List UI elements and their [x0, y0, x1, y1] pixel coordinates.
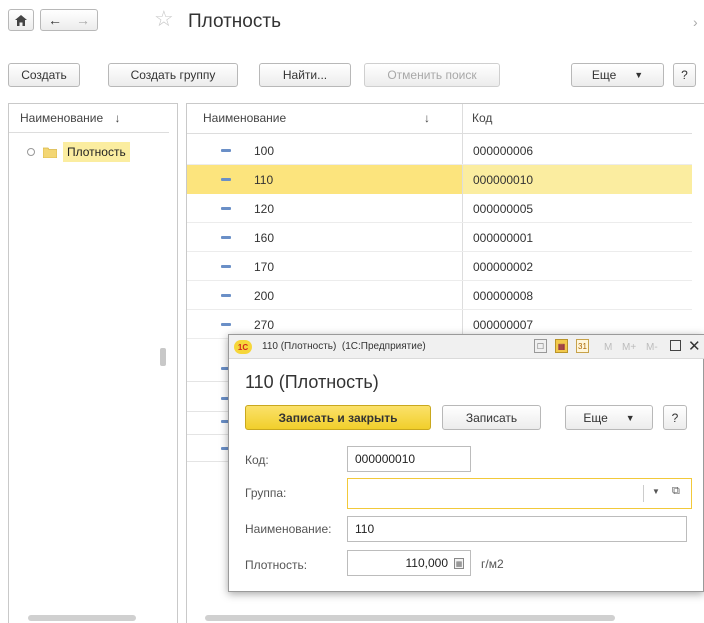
list-header-sort: ↓ — [424, 111, 430, 125]
memory-m-button[interactable]: M — [604, 342, 612, 353]
home-button[interactable] — [8, 9, 34, 31]
maximize-icon[interactable] — [670, 340, 681, 351]
dropdown-triangle-icon: ▼ — [625, 412, 635, 423]
forward-arrow-icon[interactable]: → — [76, 12, 90, 28]
row-code: 000000001 — [473, 231, 534, 245]
page-title: Плотность — [188, 11, 281, 32]
row-divider — [187, 434, 228, 435]
calendar-icon[interactable]: 31 — [576, 339, 589, 353]
code-label: Код: — [245, 453, 269, 467]
dialog-more-label: Еще — [583, 410, 608, 425]
row-code: 000000006 — [473, 144, 534, 158]
help-button[interactable]: ? — [673, 63, 696, 87]
group-label: Группа: — [245, 486, 287, 500]
calculator-icon[interactable]: ▦ — [555, 339, 568, 353]
row-name: 120 — [254, 202, 275, 216]
more-arrow-icon[interactable]: › — [693, 14, 698, 30]
list-header-code[interactable]: Код — [472, 111, 492, 125]
back-arrow-icon[interactable]: ← — [48, 12, 62, 28]
density-label: Плотность: — [245, 558, 308, 572]
create-button[interactable]: Создать — [8, 63, 80, 87]
home-icon — [15, 14, 27, 26]
density-value: 110,000 — [405, 556, 449, 570]
row-name: 170 — [254, 260, 275, 274]
tree-hscrollbar[interactable] — [28, 615, 136, 621]
link-icon[interactable]: ☐ — [534, 339, 547, 353]
sort-arrow-icon: ↓ — [114, 111, 121, 125]
calculator-small-icon[interactable]: ▦ — [454, 558, 464, 569]
density-field[interactable]: 110,000 ▦ — [347, 550, 471, 576]
more-label: Еще — [591, 68, 617, 82]
row-code: 000000010 — [473, 173, 534, 187]
find-button[interactable]: Найти... — [259, 63, 351, 87]
code-field[interactable]: 000000010 — [347, 446, 471, 472]
row-divider — [187, 461, 228, 462]
row-name: 160 — [254, 231, 275, 245]
name-label: Наименование: — [245, 522, 332, 536]
item-dash-icon — [221, 294, 231, 297]
folder-icon — [43, 147, 57, 158]
tree-header-label: Наименование — [20, 111, 104, 125]
row-divider — [187, 411, 228, 412]
1c-logo-icon: 1C — [234, 340, 252, 354]
density-unit: г/м2 — [481, 557, 504, 571]
row-code: 000000005 — [473, 202, 534, 216]
row-name: 270 — [254, 318, 275, 332]
save-button[interactable]: Записать — [442, 405, 541, 430]
cancel-search-button[interactable]: Отменить поиск — [364, 63, 500, 87]
dropdown-triangle-icon: ▼ — [634, 70, 644, 80]
group-field[interactable]: ▼ ⧉ — [347, 478, 692, 509]
close-icon[interactable]: ✕ — [688, 337, 701, 355]
list-header-name[interactable]: Наименование — [203, 111, 286, 125]
name-field[interactable]: 110 — [347, 516, 687, 542]
dialog-more-button[interactable]: Еще ▼ — [565, 405, 653, 430]
memory-plus-button[interactable]: M+ — [622, 342, 636, 353]
row-name: 200 — [254, 289, 275, 303]
dialog-help-button[interactable]: ? — [663, 405, 687, 430]
open-item-icon[interactable]: ⧉ — [672, 485, 680, 498]
save-and-close-button[interactable]: Записать и закрыть — [245, 405, 431, 430]
item-dash-icon — [221, 323, 231, 326]
row-code: 000000002 — [473, 260, 534, 274]
dropdown-arrow-icon[interactable]: ▼ — [652, 487, 660, 496]
item-dash-icon — [221, 207, 231, 210]
item-dash-icon — [221, 236, 231, 239]
list-hscrollbar[interactable] — [205, 615, 615, 621]
tree-scrollbar-thumb[interactable] — [160, 348, 166, 366]
tree-column-header[interactable]: Наименование ↓ — [20, 111, 121, 125]
nav-buttons: ← → — [40, 9, 98, 31]
tree-item[interactable]: Плотность — [27, 142, 130, 162]
item-dash-icon — [221, 149, 231, 152]
item-dash-icon — [221, 265, 231, 268]
tree-item-label: Плотность — [63, 142, 130, 162]
circle-bullet-icon — [27, 148, 35, 156]
row-code: 000000007 — [473, 318, 534, 332]
row-divider — [187, 381, 228, 382]
star-favorite-icon[interactable]: ☆ — [154, 6, 174, 32]
dialog-title: 110 (Плотность) — [245, 372, 379, 392]
group-dropdown-divider — [643, 485, 644, 502]
row-name: 110 — [254, 173, 274, 187]
memory-minus-button[interactable]: M- — [646, 342, 658, 353]
tree-panel — [8, 103, 178, 623]
create-group-button[interactable]: Создать группу — [108, 63, 238, 87]
dialog-window-title: 110 (Плотность) (1С:Предприятие) — [262, 341, 426, 352]
row-code: 000000008 — [473, 289, 534, 303]
row-name: 100 — [254, 144, 275, 158]
item-dash-icon — [221, 178, 231, 181]
more-button[interactable]: Еще ▼ — [571, 63, 664, 87]
